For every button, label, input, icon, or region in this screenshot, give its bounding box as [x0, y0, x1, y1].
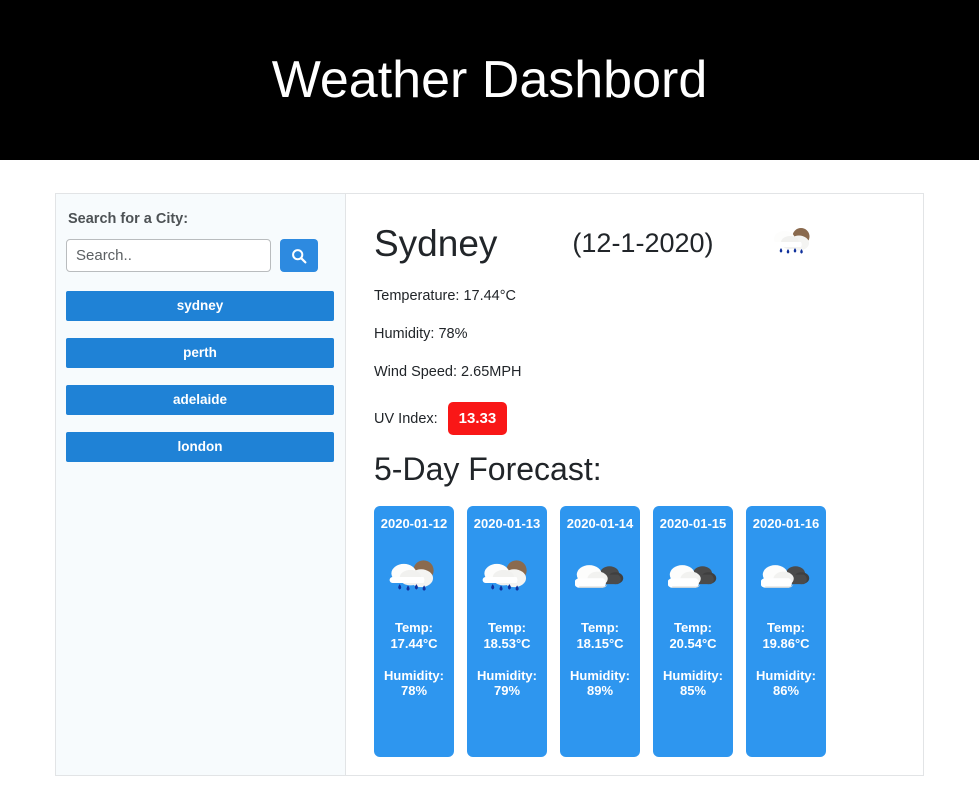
uv-index-row: UV Index: 13.33 [374, 402, 923, 435]
humidity-text: Humidity: 78% [374, 326, 468, 342]
forecast-heading: 5-Day Forecast: [374, 451, 602, 487]
search-icon [291, 248, 307, 264]
forecast-date: 2020-01-14 [566, 516, 634, 531]
city-button-perth[interactable]: perth [66, 338, 334, 368]
forecast-temp: Temp: 18.53°C [483, 620, 531, 651]
wind-speed-text: Wind Speed: 2.65MPH [374, 364, 522, 380]
rain-sun-cloud-icon [467, 546, 547, 608]
forecast-card: 2020-01-12 Temp: 17.44°C Humidity: 78% [374, 506, 454, 757]
forecast-temp: Temp: 19.86°C [762, 620, 810, 651]
dashboard-container: Search for a City: sydney perth adelaide… [55, 193, 924, 776]
forecast-date: 2020-01-12 [380, 516, 448, 531]
uv-index-label: UV Index: [374, 410, 438, 427]
forecast-row: 2020-01-12 Temp: 17.44°C Humidity: 78% 2… [374, 506, 923, 757]
forecast-temp: Temp: 18.15°C [576, 620, 624, 651]
forecast-card: 2020-01-15 Temp: 20.54°C Humidity: 85% [653, 506, 733, 757]
temperature-text: Temperature: 17.44°C [374, 288, 517, 304]
forecast-card: 2020-01-13 Temp: 18.53°C Humidity: 79% [467, 506, 547, 757]
rain-sun-cloud-icon [374, 546, 454, 608]
broken-clouds-icon [653, 546, 733, 608]
city-button-london[interactable]: london [66, 432, 334, 462]
forecast-temp: Temp: 20.54°C [669, 620, 717, 651]
weather-panel: Sydney (12-1-2020) Temperature: 17.44°C … [346, 194, 923, 775]
forecast-temp: Temp: 17.44°C [390, 620, 438, 651]
forecast-humidity: Humidity: 79% [477, 667, 537, 699]
sidebar: Search for a City: sydney perth adelaide… [56, 194, 346, 775]
search-input[interactable] [66, 239, 271, 272]
forecast-humidity: Humidity: 86% [756, 667, 816, 699]
city-button-adelaide[interactable]: adelaide [66, 385, 334, 415]
forecast-date: 2020-01-16 [752, 516, 820, 531]
current-date: (12-1-2020) [572, 227, 714, 258]
forecast-card: 2020-01-14 Temp: 18.15°C Humidity: 89% [560, 506, 640, 757]
page-title: Weather Dashbord [271, 51, 708, 109]
forecast-humidity: Humidity: 85% [663, 667, 723, 699]
search-row [66, 239, 335, 272]
forecast-date: 2020-01-13 [473, 516, 541, 531]
uv-index-badge: 13.33 [447, 402, 508, 435]
page-banner: Weather Dashbord [0, 0, 979, 160]
search-button[interactable] [280, 239, 318, 272]
current-city-name: Sydney [374, 222, 498, 264]
city-button-sydney[interactable]: sydney [66, 291, 334, 321]
sidebar-heading: Search for a City: [68, 211, 189, 227]
current-weather-header: Sydney (12-1-2020) [374, 220, 923, 266]
forecast-humidity: Humidity: 89% [570, 667, 630, 699]
forecast-date: 2020-01-15 [659, 516, 727, 531]
forecast-card: 2020-01-16 Temp: 19.86°C Humidity: 86% [746, 506, 826, 757]
broken-clouds-icon [560, 546, 640, 608]
forecast-humidity: Humidity: 78% [384, 667, 444, 699]
broken-clouds-icon [746, 546, 826, 608]
rain-sun-cloud-icon [772, 226, 814, 263]
